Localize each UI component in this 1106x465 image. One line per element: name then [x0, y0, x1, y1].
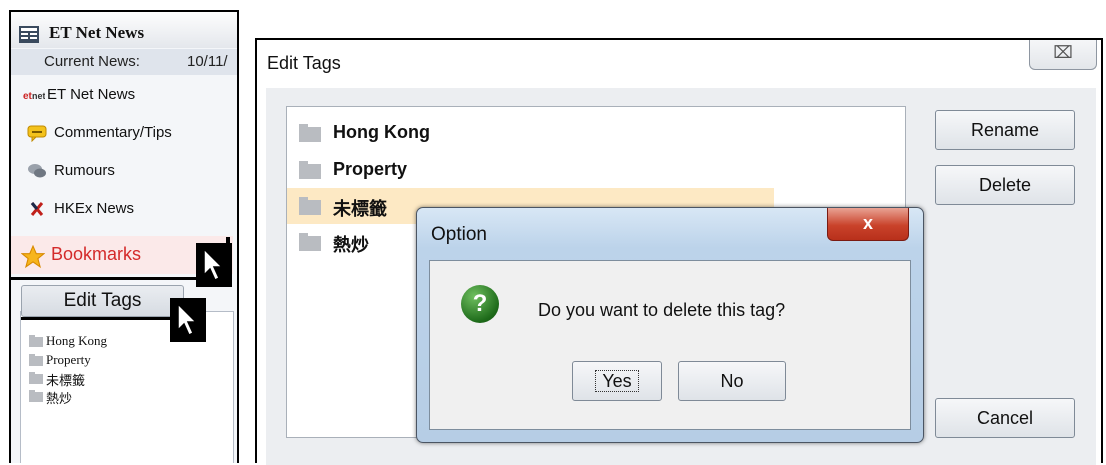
panel-title-bar: ET Net News	[11, 12, 237, 48]
current-news-bar: Current News: 10/11/	[11, 49, 237, 75]
rename-button[interactable]: Rename	[935, 110, 1075, 150]
dialog-title: Option	[431, 224, 487, 245]
speech-bubble-icon	[27, 125, 47, 142]
nav-item-rumours[interactable]: Rumours	[11, 152, 233, 190]
folder-icon	[299, 161, 321, 179]
current-news-date: 10/11/	[187, 53, 228, 70]
close-button[interactable]: x	[827, 208, 909, 241]
mouse-pointer-icon	[170, 298, 206, 342]
close-button[interactable]: ⌧	[1029, 40, 1097, 70]
hkex-x-icon	[30, 202, 44, 216]
open-folder-icon	[299, 197, 321, 215]
etnet-logo-icon: et net	[23, 91, 45, 102]
nav-item-commentary[interactable]: Commentary/Tips	[11, 114, 233, 152]
cancel-button[interactable]: Cancel	[935, 398, 1075, 438]
chat-bubbles-icon	[28, 164, 46, 178]
dialog-title: Edit Tags	[267, 53, 341, 73]
delete-button[interactable]: Delete	[935, 165, 1075, 205]
folder-icon	[29, 335, 43, 347]
news-app-icon	[19, 26, 39, 43]
nav-label: Bookmarks	[51, 244, 142, 264]
yes-button-label: Yes	[595, 370, 639, 392]
dialog-body: ? Do you want to delete this tag? Yes No	[429, 260, 911, 430]
nav-label: HKEx News	[54, 200, 135, 217]
nav-label: ET Net News	[47, 86, 136, 103]
close-icon: ⌧	[1053, 43, 1073, 62]
news-side-panel: ET Net News Current News: 10/11/ et net …	[9, 10, 239, 463]
nav-label: Commentary/Tips	[54, 124, 172, 141]
panel-title: ET Net News	[49, 23, 145, 42]
edit-tags-button[interactable]: Edit Tags	[21, 285, 184, 317]
mouse-pointer-icon	[196, 243, 232, 287]
confirm-message: Do you want to delete this tag?	[538, 300, 786, 320]
tag-row-property[interactable]: Property	[287, 152, 774, 188]
star-icon	[21, 245, 45, 269]
folder-icon	[299, 233, 321, 251]
close-icon: x	[862, 213, 873, 233]
folder-icon	[29, 390, 43, 402]
nav-label: Rumours	[54, 162, 115, 179]
question-icon: ?	[461, 285, 499, 323]
edit-tags-highlight-line	[21, 317, 184, 320]
no-button[interactable]: No	[678, 361, 786, 401]
folder-icon	[29, 354, 43, 366]
nav-item-hkex-news[interactable]: HKEx News	[11, 190, 233, 228]
yes-button[interactable]: Yes	[572, 361, 662, 401]
confirm-delete-dialog: Option x ? Do you want to delete this ta…	[416, 207, 924, 443]
nav-item-et-net-news[interactable]: et net ET Net News	[11, 76, 233, 114]
current-news-label: Current News:	[44, 53, 140, 70]
svg-text:net: net	[32, 91, 45, 101]
folder-icon	[29, 372, 43, 384]
folder-icon	[299, 124, 321, 142]
bookmarks-highlight-line	[9, 272, 222, 280]
tag-row-hong-kong[interactable]: Hong Kong	[287, 115, 774, 151]
